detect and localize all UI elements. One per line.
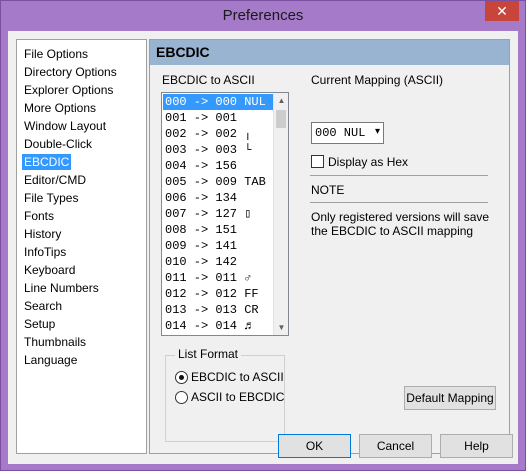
list-item[interactable]: 002 -> 002 ╷ [163,126,273,142]
scroll-down-icon[interactable]: ▼ [274,320,289,335]
listbox-rows: 000 -> 000 NUL 001 -> 001 002 -> 002 ╷ 0… [163,94,273,334]
radio-label-ebcdic-to-ascii[interactable]: EBCDIC to ASCII [191,370,284,384]
close-button[interactable]: ✕ [485,1,519,21]
nav-item-file-types[interactable]: File Types [22,190,80,206]
listbox-scrollbar[interactable]: ▲ ▼ [273,93,288,335]
current-mapping-value: 000 NUL [315,126,366,140]
panel-title: EBCDIC [156,44,210,60]
ebcdic-settings-panel: EBCDIC EBCDIC to ASCII 000 -> 000 NUL 00… [149,39,510,454]
nav-item-double-click[interactable]: Double-Click [22,136,94,152]
list-item[interactable]: 005 -> 009 TAB [163,174,273,190]
note-heading: NOTE [311,183,345,197]
mapping-listbox[interactable]: 000 -> 000 NUL 001 -> 001 002 -> 002 ╷ 0… [161,92,289,336]
list-item[interactable]: 003 -> 003 └ [163,142,273,158]
window-title: Preferences [222,7,304,24]
list-item[interactable]: 014 -> 014 ♬ [163,318,273,334]
radio-selected-dot [179,375,184,380]
radio-ebcdic-to-ascii[interactable] [175,371,188,384]
divider [310,202,488,203]
nav-item-line-numbers[interactable]: Line Numbers [22,280,101,296]
list-item[interactable]: 012 -> 012 FF [163,286,273,302]
nav-item-more-options[interactable]: More Options [22,100,98,116]
nav-item-file-options[interactable]: File Options [22,46,90,62]
list-item[interactable]: 010 -> 142 [163,254,273,270]
nav-item-infotips[interactable]: InfoTips [22,244,68,260]
nav-item-history[interactable]: History [22,226,63,242]
nav-item-language[interactable]: Language [22,352,79,368]
nav-item-editor-cmd[interactable]: Editor/CMD [22,172,88,188]
nav-item-directory-options[interactable]: Directory Options [22,64,119,80]
nav-item-setup[interactable]: Setup [22,316,57,332]
list-item[interactable]: 009 -> 141 [163,238,273,254]
list-item[interactable]: 013 -> 013 CR [163,302,273,318]
ok-button[interactable]: OK [278,434,351,458]
radio-label-ascii-to-ebcdic[interactable]: ASCII to EBCDIC [191,390,284,404]
default-mapping-button[interactable]: Default Mapping [404,386,496,410]
list-item[interactable]: 007 -> 127 ▯ [163,206,273,222]
preferences-window: Preferences ✕ File Options Directory Opt… [0,0,526,471]
note-line-1: Only registered versions will save [311,210,490,224]
radio-ascii-to-ebcdic[interactable] [175,391,188,404]
list-item[interactable]: 000 -> 000 NUL [163,94,273,110]
list-format-title: List Format [175,347,242,361]
cancel-button[interactable]: Cancel [359,434,432,458]
list-item[interactable]: 004 -> 156 [163,158,273,174]
scroll-thumb[interactable] [276,110,286,128]
mapping-label: Current Mapping (ASCII) [311,73,444,87]
list-label: EBCDIC to ASCII [162,73,255,87]
list-item[interactable]: 001 -> 001 [163,110,273,126]
display-hex-label[interactable]: Display as Hex [328,155,408,169]
nav-item-fonts[interactable]: Fonts [22,208,56,224]
nav-item-search[interactable]: Search [22,298,64,314]
display-hex-checkbox[interactable] [311,155,324,168]
list-item[interactable]: 011 -> 011 ♂ [163,270,273,286]
list-item[interactable]: 008 -> 151 [163,222,273,238]
current-mapping-select[interactable]: 000 NUL ▾ [311,122,384,144]
chevron-down-icon: ▾ [374,126,380,137]
list-item[interactable]: 006 -> 134 [163,190,273,206]
help-button[interactable]: Help [440,434,513,458]
title-bar[interactable]: Preferences ✕ [1,1,525,31]
divider [310,175,488,176]
dialog-client-area: File Options Directory Options Explorer … [8,31,518,464]
category-list[interactable]: File Options Directory Options Explorer … [16,39,147,454]
nav-item-window-layout[interactable]: Window Layout [22,118,108,134]
nav-item-thumbnails[interactable]: Thumbnails [22,334,88,350]
nav-item-keyboard[interactable]: Keyboard [22,262,77,278]
scroll-up-icon[interactable]: ▲ [274,93,289,108]
nav-item-explorer-options[interactable]: Explorer Options [22,82,115,98]
note-line-2: the EBCDIC to ASCII mapping [311,224,474,238]
nav-item-ebcdic[interactable]: EBCDIC [22,154,72,170]
panel-header: EBCDIC [150,40,509,65]
